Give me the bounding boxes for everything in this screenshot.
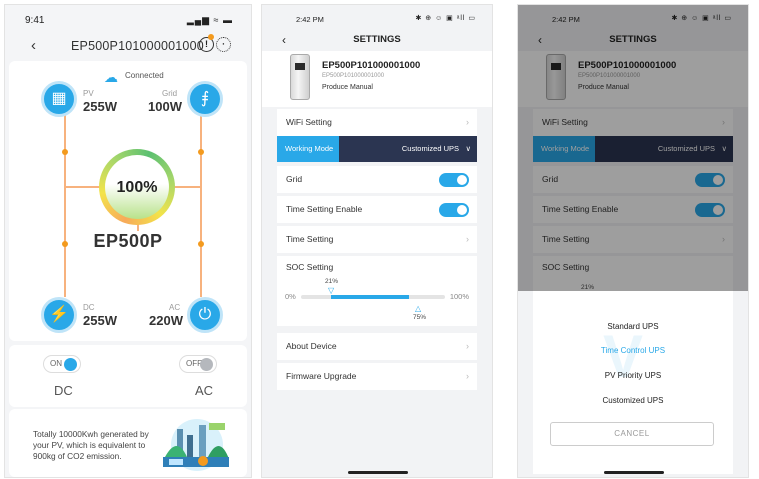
time-setting-row[interactable]: Time Setting › [277, 226, 477, 253]
time-setting-enable-switch[interactable] [439, 203, 469, 217]
device-name: EP500P101000001000 [322, 60, 421, 71]
chevron-right-icon: › [466, 371, 469, 381]
working-mode-selector[interactable]: Working Mode Customized UPS ∨ [277, 136, 477, 162]
ac-toggle[interactable]: OFF [179, 355, 217, 373]
chevron-right-icon: › [466, 117, 469, 127]
status-bar: 9:41 ▂▄▆ ≈ ▬ [25, 15, 233, 29]
chevron-right-icon: › [466, 234, 469, 244]
mode-option-pv-priority-ups[interactable]: PV Priority UPS [533, 371, 733, 380]
toggle-knob [64, 358, 77, 371]
cloud-icon: ☁ [104, 69, 118, 85]
power-station-icon [290, 54, 310, 100]
eco-info-text: Totally 10000Kwh generated by your PV, w… [33, 429, 149, 461]
status-icons: ▂▄▆ ≈ ▬ [186, 15, 233, 25]
grid-label: Grid [286, 174, 303, 184]
working-mode-label: Working Mode [277, 136, 339, 162]
soc-max-label: 100% [449, 292, 469, 301]
dc-output-icon[interactable]: ⚡ [41, 297, 77, 333]
soc-setting-label: SOC Setting [286, 262, 334, 272]
dc-value: 255W [83, 313, 117, 328]
soc-high-handle-icon[interactable]: △ [415, 304, 421, 313]
wifi-setting-label: WiFi Setting [286, 117, 332, 127]
soc-min-label: 0% [285, 292, 296, 301]
solar-panel-icon[interactable]: ▦ [41, 81, 77, 117]
firmware-upgrade-row[interactable]: Firmware Upgrade › [277, 363, 477, 390]
soc-high-value: 75% [413, 314, 427, 321]
flow-line-right [200, 115, 202, 297]
grid-value: 100W [148, 99, 182, 114]
ac-toggle-label: AC [195, 383, 214, 398]
grid-row: Grid [277, 166, 477, 193]
mode-option-customized-ups[interactable]: Customized UPS [533, 396, 733, 405]
energy-flow-panel: ☁ Connected ▦ PV 255W ⨎ Grid 100W 100% E… [9, 61, 247, 341]
status-time: 2:42 PM [296, 15, 324, 24]
connection-status: Connected [125, 71, 164, 80]
modal-backdrop[interactable] [518, 5, 748, 291]
ac-value: 220W [149, 313, 183, 328]
settings-header: ‹ SETTINGS [262, 29, 492, 51]
home-indicator [604, 471, 664, 474]
toggle-knob [200, 358, 213, 371]
soc-setting-panel: SOC Setting 0% 100% 21% ▽ △ 75% [277, 256, 477, 326]
flow-dot [198, 149, 204, 155]
pv-value: 255W [83, 99, 117, 114]
soc-range-slider[interactable] [301, 295, 445, 299]
working-mode-value: Customized UPS [401, 144, 459, 153]
chevron-right-icon: › [466, 341, 469, 351]
time-setting-enable-label: Time Setting Enable [286, 204, 363, 214]
about-device-row[interactable]: About Device › [277, 333, 477, 360]
dc-toggle-label: DC [54, 383, 73, 398]
watermark-v-icon: V [603, 323, 644, 390]
grid-tower-icon[interactable]: ⨎ [187, 81, 223, 117]
device-serial: EP500P101000001000 [322, 73, 385, 79]
gear-icon[interactable]: ∙ [216, 37, 231, 52]
device-card: EP500P101000001000 EP500P101000001000 Pr… [262, 51, 492, 107]
battery-percent: 100% [116, 179, 158, 196]
settings-mode-sheet-screen: 2:42 PM ✱ ⊕ ☺ ▣ ᵃll ▭ ‹ SETTINGS EP500P1… [517, 4, 749, 478]
time-setting-label: Time Setting [286, 234, 334, 244]
grid-switch[interactable] [439, 173, 469, 187]
chevron-down-icon: ∨ [465, 144, 472, 153]
back-arrow-icon[interactable]: ‹ [282, 29, 286, 51]
dc-toggle-state: ON [50, 359, 62, 368]
status-icons: ✱ ⊕ ☺ ▣ ᵃll ▭ [415, 15, 476, 22]
dashboard-header: ‹ EP500P101000001000 ! ∙ [5, 34, 251, 57]
eco-info-card: Totally 10000Kwh generated by your PV, w… [9, 409, 247, 477]
dashboard-screen: 9:41 ▂▄▆ ≈ ▬ ‹ EP500P101000001000 ! ∙ ☁ … [4, 4, 252, 478]
firmware-upgrade-label: Firmware Upgrade [286, 371, 357, 381]
dc-label: DC [83, 303, 95, 312]
mode-option-time-control-ups[interactable]: Time Control UPS [533, 346, 733, 355]
about-device-label: About Device [286, 341, 337, 351]
cancel-button[interactable]: CANCEL [550, 422, 714, 446]
flow-line-left [64, 115, 66, 297]
settings-screen: 2:42 PM ✱ ⊕ ☺ ▣ ᵃll ▭ ‹ SETTINGS EP500P1… [261, 4, 493, 478]
notification-dot [208, 34, 214, 40]
soc-range-fill [331, 295, 409, 299]
back-arrow-icon[interactable]: ‹ [31, 37, 36, 54]
soc-low-handle-icon[interactable]: ▽ [328, 286, 334, 295]
flow-line-top-left [64, 186, 104, 188]
device-name: EP500P [93, 231, 163, 251]
manual-link[interactable]: Produce Manual [322, 84, 373, 91]
dc-toggle[interactable]: ON [43, 355, 81, 373]
battery-gauge: 100% [99, 149, 175, 225]
soc-low-value: 21% [325, 278, 339, 285]
wifi-setting-row[interactable]: WiFi Setting › [277, 109, 477, 136]
status-time: 9:41 [25, 15, 45, 26]
time-setting-enable-row: Time Setting Enable [277, 196, 477, 223]
output-controls: ON DC OFF AC [9, 345, 247, 407]
mode-option-standard-ups[interactable]: Standard UPS [533, 322, 733, 331]
home-indicator [348, 471, 408, 474]
ac-label: AC [169, 303, 181, 312]
eco-illustration-icon [163, 419, 229, 471]
flow-dot [62, 149, 68, 155]
ac-plug-icon[interactable]: ⏻ [187, 297, 223, 333]
device-title: EP500P101000001000 [71, 39, 204, 53]
working-mode-sheet: V Standard UPS Time Control UPS PV Prior… [533, 292, 733, 474]
grid-label: Grid [162, 89, 178, 98]
status-bar: 2:42 PM ✱ ⊕ ☺ ▣ ᵃll ▭ [262, 13, 492, 27]
pv-label: PV [83, 89, 94, 98]
page-title: SETTINGS [353, 34, 401, 45]
